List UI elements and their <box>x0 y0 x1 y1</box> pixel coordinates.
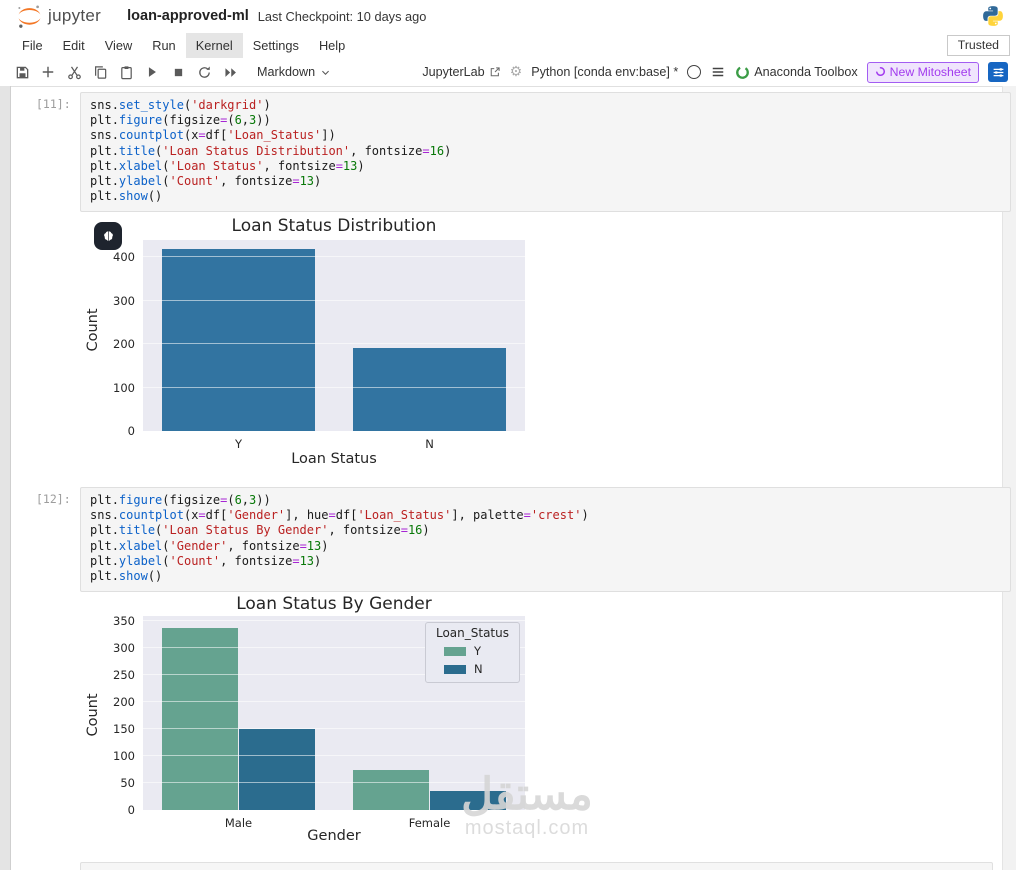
plot-area: 0 100 200 300 400 Y N <box>113 240 525 451</box>
legend: Loan_Status Y N <box>424 622 520 683</box>
cut-cell-icon[interactable] <box>66 64 82 80</box>
jupyterlab-link[interactable]: JupyterLab <box>422 65 500 79</box>
left-gutter <box>0 86 11 870</box>
bar <box>353 769 430 810</box>
mitosheet-icon <box>875 66 885 76</box>
legend-entry: N <box>436 662 509 676</box>
y-tick-label: 100 <box>113 380 135 395</box>
menu-kernel[interactable]: Kernel <box>185 32 243 58</box>
y-tick-label: 150 <box>113 722 135 737</box>
y-tick-label: 300 <box>113 641 135 656</box>
toolbar-menu-icon[interactable] <box>710 65 726 79</box>
external-link-icon <box>490 67 500 77</box>
run-cell-icon[interactable] <box>144 64 160 80</box>
x-axis-label: Gender <box>307 828 361 844</box>
chart-title: Loan Status Distribution <box>231 216 437 236</box>
bar <box>353 347 506 431</box>
y-tick-label: 200 <box>113 337 135 352</box>
kernel-status-icon <box>687 65 702 79</box>
anaconda-toolbox[interactable]: Anaconda Toolbox <box>735 65 858 80</box>
y-tick-label: 50 <box>120 776 135 791</box>
cell-type-dropdown[interactable]: Markdown <box>257 65 331 79</box>
bar <box>162 248 315 431</box>
python-logo-icon <box>983 6 1003 26</box>
chart-title: Loan Status By Gender <box>236 594 432 614</box>
y-tick-label: 0 <box>127 424 135 438</box>
toolbar-right: JupyterLab ⚙ Python [conda env:base] * A… <box>422 61 1008 83</box>
y-axis-label: Count <box>85 308 101 352</box>
menu-view[interactable]: View <box>95 33 143 58</box>
legend-label: N <box>473 662 483 676</box>
run-all-cells-icon[interactable] <box>222 64 238 80</box>
ai-assistant-button[interactable] <box>94 222 122 250</box>
brain-icon <box>103 230 113 241</box>
add-cell-icon[interactable] <box>40 64 56 80</box>
trusted-button[interactable]: Trusted <box>946 35 1010 56</box>
y-axis-label: Count <box>85 693 101 737</box>
legend-title: Loan_Status <box>435 626 509 640</box>
save-icon[interactable] <box>14 64 30 80</box>
plot-area: 0 50 100 150 200 250 300 350 Male Female Loan_Stat… <box>113 614 525 830</box>
new-mitosheet-button[interactable]: New Mitosheet <box>866 61 979 83</box>
y-tick-label: 300 <box>113 293 135 308</box>
chevron-down-icon <box>322 70 330 75</box>
jupyter-logo: jupyter <box>16 3 101 30</box>
menu-edit[interactable]: Edit <box>53 33 95 58</box>
menubar: File Edit View Run Kernel Settings Help … <box>0 32 1016 59</box>
y-tick-label: 100 <box>113 749 135 764</box>
x-tick-label: Y <box>234 437 243 451</box>
paste-cell-icon[interactable] <box>118 64 134 80</box>
bar <box>429 791 506 810</box>
jupyter-notebook-window: jupyter loan-approved-ml Last Checkpoint… <box>0 0 1016 870</box>
chart-loan-status-distribution: Loan Status Distribution Count 0 100 200 300 4… <box>85 214 568 474</box>
legend-entry: Y <box>436 644 509 658</box>
legend-swatch <box>443 646 466 656</box>
cell-type-value: Markdown <box>257 65 316 79</box>
anaconda-icon <box>736 65 750 79</box>
input-prompt: [12]: <box>36 492 71 506</box>
code-cell-12[interactable]: plt.figure(figsize=(6,3)) sns.countplot(x… <box>80 487 1011 592</box>
next-code-cell-partial[interactable] <box>80 862 993 870</box>
code-cell-11[interactable]: sns.set_style('darkgrid') plt.figure(figs… <box>80 92 1011 212</box>
bar <box>238 729 315 810</box>
jupyter-logo-text: jupyter <box>48 6 102 25</box>
restart-kernel-icon[interactable] <box>196 64 212 80</box>
y-tick-label: 350 <box>113 614 135 629</box>
titlebar: jupyter loan-approved-ml Last Checkpoint… <box>0 0 1016 33</box>
chart-loan-status-by-gender: Loan Status By Gender Count 0 50 100 150 200 25… <box>85 592 568 858</box>
y-tick-label: 0 <box>127 803 135 817</box>
menu-file[interactable]: File <box>12 33 53 58</box>
copy-cell-icon[interactable] <box>92 64 108 80</box>
y-tick-label: 200 <box>113 695 135 710</box>
kernel-name[interactable]: Python [conda env:base] * <box>531 65 678 79</box>
x-tick-label: N <box>425 437 434 451</box>
input-prompt: [11]: <box>36 97 71 111</box>
gear-icon[interactable]: ⚙ <box>510 64 523 80</box>
table-settings-icon[interactable] <box>988 62 1008 82</box>
legend-label: Y <box>473 644 482 658</box>
y-tick-label: 400 <box>113 250 135 265</box>
notebook-toolbar: Markdown JupyterLab ⚙ Python [conda env:… <box>0 58 1016 87</box>
x-axis-label: Loan Status <box>291 451 377 467</box>
jupyter-logo-icon <box>18 4 41 28</box>
stop-kernel-icon[interactable] <box>170 64 186 80</box>
menu-run[interactable]: Run <box>142 33 185 58</box>
notebook-title[interactable]: loan-approved-ml <box>127 8 249 24</box>
y-tick-label: 250 <box>113 668 135 683</box>
menu-help[interactable]: Help <box>309 33 355 58</box>
checkpoint-status: Last Checkpoint: 10 days ago <box>257 8 427 24</box>
menu-settings[interactable]: Settings <box>243 33 309 58</box>
legend-swatch <box>443 664 466 674</box>
